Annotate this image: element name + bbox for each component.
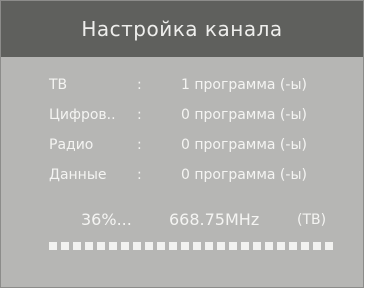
progress-segment [193, 242, 201, 250]
channel-count-row-tv: ТВ : 1 программа (-ы) [1, 74, 363, 96]
channel-count-row-digital: Цифров.. : 0 программа (-ы) [1, 104, 363, 126]
progress-segment [289, 242, 297, 250]
progress-segment [181, 242, 189, 250]
row-value: 0 программа (-ы) [181, 167, 307, 183]
row-label: Данные [49, 167, 107, 183]
channel-count-row-radio: Радио : 0 программа (-ы) [1, 134, 363, 156]
progress-segment [325, 242, 333, 250]
progress-segment [145, 242, 153, 250]
progress-segment [169, 242, 177, 250]
progress-segment [157, 242, 165, 250]
progress-segment [277, 242, 285, 250]
progress-segment [121, 242, 129, 250]
scan-type: (ТВ) [297, 212, 327, 228]
row-value: 0 программа (-ы) [181, 137, 307, 153]
row-label: ТВ [49, 77, 68, 93]
scan-progress-bar [49, 242, 333, 250]
row-label: Цифров.. [49, 107, 116, 123]
scan-frequency: 668.75MHz [169, 210, 260, 229]
progress-segment [229, 242, 237, 250]
progress-segment [85, 242, 93, 250]
progress-segment [109, 242, 117, 250]
row-separator: : [137, 137, 142, 153]
progress-segment [49, 242, 57, 250]
scan-status: 36%... 668.75MHz (ТВ) [1, 207, 363, 233]
row-separator: : [137, 167, 142, 183]
channel-count-row-data: Данные : 0 программа (-ы) [1, 164, 363, 186]
progress-segment [97, 242, 105, 250]
panel-title: Настройка канала [1, 1, 363, 57]
progress-segment [253, 242, 261, 250]
channel-tuning-panel: Настройка канала ТВ : 1 программа (-ы) Ц… [0, 0, 364, 288]
progress-segment [133, 242, 141, 250]
progress-segment [217, 242, 225, 250]
progress-segment [61, 242, 69, 250]
row-value: 1 программа (-ы) [181, 77, 307, 93]
progress-segment [301, 242, 309, 250]
progress-segment [73, 242, 81, 250]
row-separator: : [137, 107, 142, 123]
scan-percent: 36%... [81, 210, 132, 229]
row-label: Радио [49, 137, 94, 153]
progress-segment [241, 242, 249, 250]
row-value: 0 программа (-ы) [181, 107, 307, 123]
progress-segment [313, 242, 321, 250]
row-separator: : [137, 77, 142, 93]
progress-segment [265, 242, 273, 250]
progress-segment [205, 242, 213, 250]
